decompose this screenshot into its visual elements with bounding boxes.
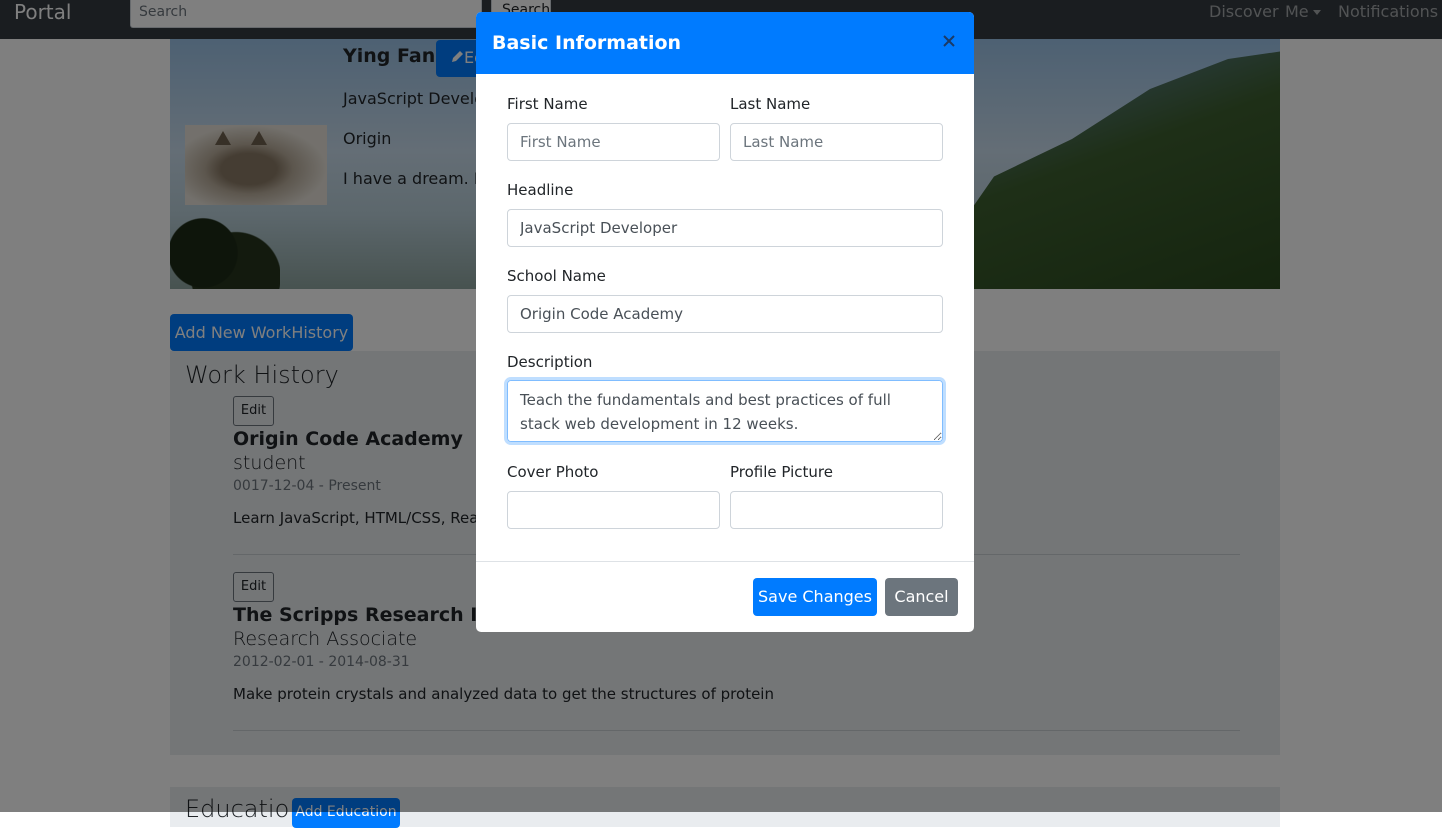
headline-input[interactable] xyxy=(507,209,943,247)
modal-header: Basic Information xyxy=(476,12,974,74)
first-name-label: First Name xyxy=(507,95,588,113)
headline-label: Headline xyxy=(507,181,574,199)
description-label: Description xyxy=(507,353,593,371)
cover-photo-label: Cover Photo xyxy=(507,463,599,481)
profile-picture-input[interactable] xyxy=(730,491,943,529)
school-name-input[interactable] xyxy=(507,295,943,333)
modal-footer-divider xyxy=(476,561,974,562)
school-name-label: School Name xyxy=(507,267,606,285)
cancel-button[interactable]: Cancel xyxy=(885,578,958,616)
last-name-label: Last Name xyxy=(730,95,811,113)
close-icon[interactable] xyxy=(942,34,956,48)
modal-title: Basic Information xyxy=(492,32,682,54)
cover-photo-input[interactable] xyxy=(507,491,720,529)
profile-picture-label: Profile Picture xyxy=(730,463,833,481)
first-name-input[interactable] xyxy=(507,123,720,161)
basic-information-modal: Basic Information First Name Last Name H… xyxy=(476,12,974,632)
description-textarea[interactable]: Teach the fundamentals and best practice… xyxy=(507,380,943,442)
save-changes-button[interactable]: Save Changes xyxy=(753,578,877,616)
last-name-input[interactable] xyxy=(730,123,943,161)
